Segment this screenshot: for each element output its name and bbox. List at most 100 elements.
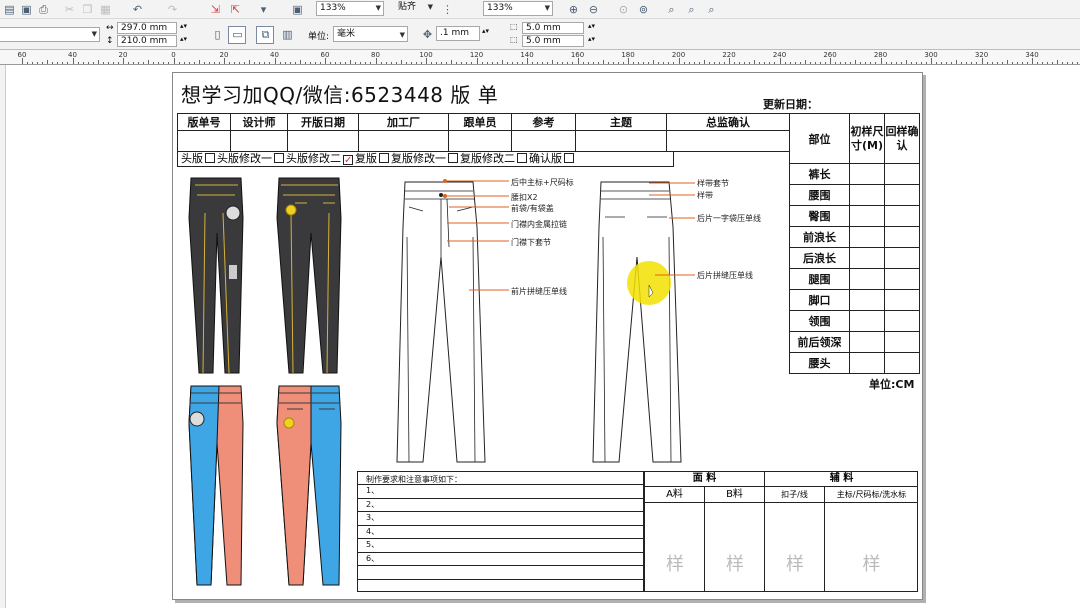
duplicate-x-input[interactable]: 5.0 mm [522,22,584,34]
checkbox[interactable] [517,153,527,163]
zoom-in-icon[interactable]: ⊕ [566,2,581,17]
size-sample-cell[interactable] [849,268,885,290]
size-sample-cell[interactable] [849,184,885,206]
landscape-button[interactable]: ▭ [228,26,246,44]
note-line[interactable]: 4、 [366,526,379,537]
size-confirm-cell[interactable] [884,184,920,206]
current-page-icon[interactable]: ▥ [280,27,295,42]
header-value-cell[interactable] [358,130,449,152]
swatch-cell[interactable] [705,503,765,592]
zoom-dropdown[interactable]: 133% ▼ [316,1,384,16]
nudge-input[interactable]: .1 mm [436,26,480,41]
horizontal-ruler[interactable]: 60 40 20 0 20 40 60 80 100 120 140 160 180 200 220 240 2… [0,50,1080,65]
size-sample-cell[interactable] [849,331,885,353]
height-stepper-icon[interactable]: ▴▾ [180,35,187,43]
dup-x-stepper-icon[interactable]: ▴▾ [588,22,595,30]
materials-col-header: B料 [705,487,765,503]
ruler-tick [163,62,165,64]
header-col-7: 总监确认 [666,113,790,131]
size-confirm-cell[interactable] [884,247,920,269]
size-confirm-cell[interactable] [884,331,920,353]
size-sample-cell[interactable] [849,310,885,332]
page-height-input[interactable]: 210.0 mm [117,35,177,47]
cut-icon[interactable]: ✂ [62,2,77,17]
size-confirm-cell[interactable] [884,226,920,248]
width-stepper-icon[interactable]: ▴▾ [180,22,187,30]
checkbox[interactable] [564,153,574,163]
open-icon[interactable]: ▤ [2,2,17,17]
header-value-cell[interactable] [287,130,359,152]
header-value-cell[interactable] [177,130,231,152]
ruler-tick [819,62,821,64]
ruler-tick [436,62,438,64]
size-confirm-cell[interactable] [884,310,920,332]
ruler-tick [658,62,660,64]
checkbox[interactable]: ✓ [343,155,353,166]
vertical-ruler[interactable] [0,65,6,608]
size-sample-cell[interactable] [849,163,885,185]
duplicate-y-input[interactable]: 5.0 mm [522,35,584,47]
note-line[interactable]: 2、 [366,499,379,510]
size-confirm-cell[interactable] [884,205,920,227]
undo-icon[interactable]: ↶ [130,2,145,17]
page-width-input[interactable]: 297.0 mm [117,22,177,34]
zoom-width-icon[interactable]: ⌕ [684,2,699,17]
save-icon[interactable]: ▣ [19,2,34,17]
size-confirm-cell[interactable] [884,352,920,374]
paste-icon[interactable]: ▦ [98,2,113,17]
nudge-icon: ✥ [422,28,433,41]
size-confirm-cell[interactable] [884,289,920,311]
redo-icon[interactable]: ↷ [165,2,180,17]
ruler-tick [582,62,584,64]
nudge-stepper-icon[interactable]: ▴▾ [482,27,489,35]
zoom-level-dropdown[interactable]: 133% ▼ [483,1,553,16]
zoom-height-icon[interactable]: ⌕ [704,2,719,17]
header-value-cell[interactable] [230,130,288,152]
size-sample-cell[interactable] [849,247,885,269]
note-line[interactable]: 6、 [366,553,379,564]
note-line[interactable]: 5、 [366,539,379,550]
all-pages-button[interactable]: ⧉ [256,26,274,44]
header-value-cell[interactable] [448,130,512,152]
zoom-out-icon[interactable]: ⊖ [586,2,601,17]
export-icon[interactable]: ⇱ [228,2,243,17]
header-value-cell[interactable] [511,130,576,152]
size-sample-cell[interactable] [849,352,885,374]
zoom-page-icon[interactable]: ⌕ [664,2,679,17]
size-confirm-cell[interactable] [884,163,920,185]
accessory-header: 辅 料 [765,472,918,487]
import-icon[interactable]: ⇲ [208,2,223,17]
portrait-icon[interactable]: ▯ [210,27,225,42]
zoom-selected-icon[interactable]: ⊙ [616,2,631,17]
swatch-cell[interactable] [645,503,705,592]
swatch-cell[interactable] [765,503,825,592]
size-confirm-cell[interactable] [884,268,920,290]
units-dropdown[interactable]: 毫米 ▼ [333,26,408,42]
options-icon[interactable]: ⋮ [440,2,455,17]
checkbox[interactable] [274,153,284,163]
snap-dropdown[interactable]: 贴齐 ▼ [395,1,435,16]
duplicate-y-value: 5.0 mm [526,36,561,46]
size-sample-cell[interactable] [849,205,885,227]
header-value-cell[interactable] [575,130,667,152]
zoom-all-icon[interactable]: ⊚ [636,2,651,17]
app-launcher-icon[interactable]: ▣ [290,2,305,17]
print-icon[interactable]: ⎙ [36,2,51,17]
checkbox[interactable] [448,153,458,163]
size-sample-cell[interactable] [849,226,885,248]
size-sample-cell[interactable] [849,289,885,311]
design-sheet[interactable]: 想学习加QQ/微信:6523448 版 单 更新日期： 版单号 设计师 开版日期 加工… [172,72,923,600]
header-value-cell[interactable] [666,130,790,152]
notes-rule [358,551,643,553]
ruler-tick [890,62,892,64]
publish-icon[interactable]: ▾ [256,2,271,17]
checkbox[interactable] [205,153,215,163]
swatch-cell[interactable] [825,503,918,592]
note-line[interactable]: 1、 [366,485,379,496]
checkbox[interactable] [379,153,389,163]
copy-icon[interactable]: ❐ [80,2,95,17]
note-line[interactable]: 3、 [366,512,379,523]
ruler-tick [289,62,291,64]
paper-type-dropdown[interactable]: ▼ [0,27,100,42]
dup-y-stepper-icon[interactable]: ▴▾ [588,35,595,43]
